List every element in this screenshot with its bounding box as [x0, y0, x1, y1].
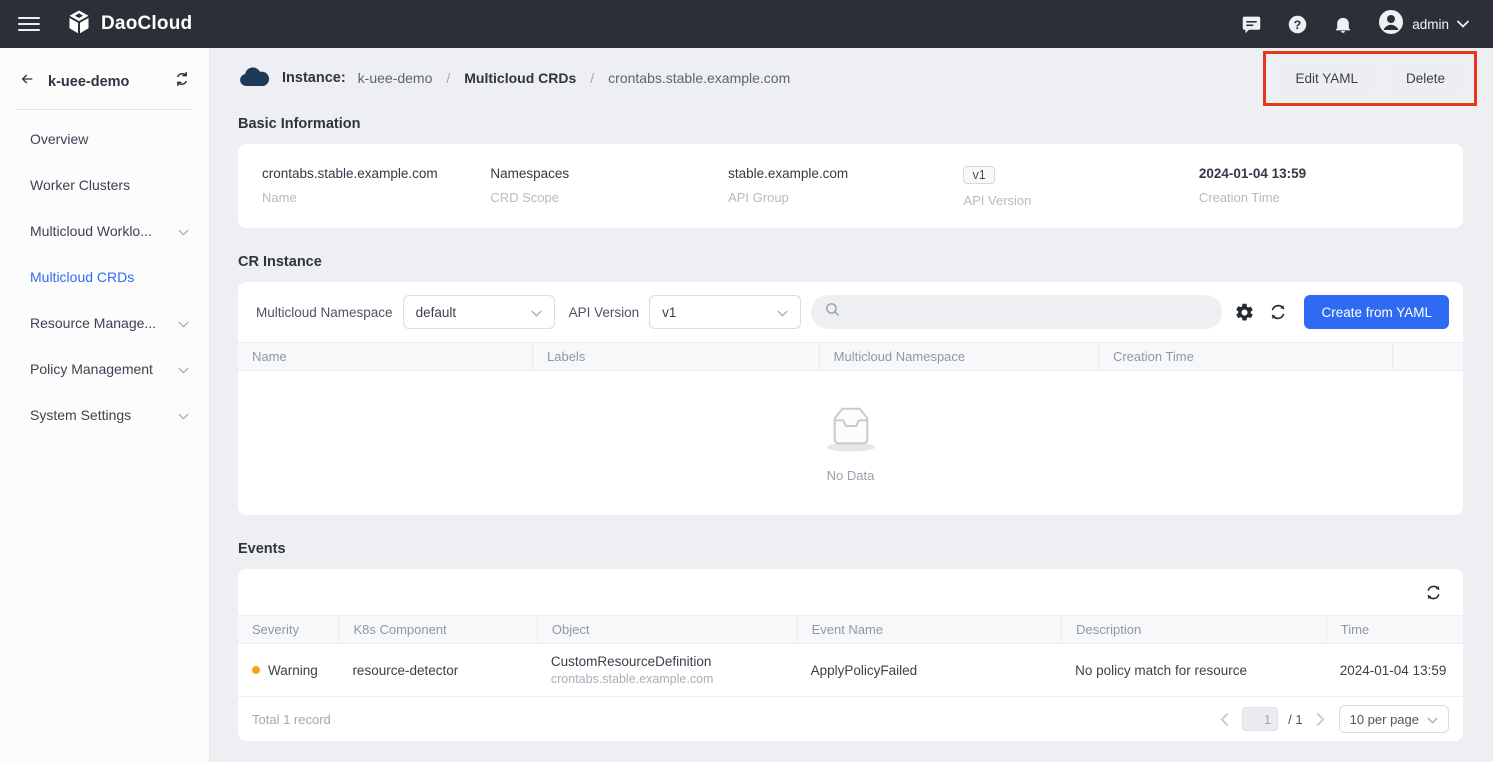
avatar [1378, 9, 1404, 40]
top-header: DaoCloud ? admin [0, 0, 1493, 48]
breadcrumb: Instance: k-uee-demo / Multicloud CRDs /… [238, 65, 790, 92]
events-col-event-name: Event Name [797, 616, 1062, 643]
api-version-badge: v1 [963, 166, 994, 184]
info-field-api-version: v1 API Version [963, 166, 1198, 208]
svg-text:?: ? [1293, 17, 1300, 31]
events-title: Events [238, 541, 1463, 557]
namespace-select[interactable]: default [403, 295, 555, 329]
chevron-down-icon [1457, 15, 1469, 33]
chevron-down-icon [178, 407, 189, 423]
events-card: Severity K8s Component Object Event Name… [238, 569, 1463, 741]
chevron-down-icon [178, 315, 189, 331]
sidebar-item-policy-management[interactable]: Policy Management [0, 346, 209, 392]
hamburger-menu-icon[interactable] [18, 17, 40, 31]
daocloud-logo-icon [66, 9, 92, 40]
events-refresh-icon[interactable] [1421, 580, 1445, 604]
cr-instance-card: Multicloud Namespace default API Version… [238, 282, 1463, 515]
cr-col-namespace: Multicloud Namespace [819, 343, 1098, 370]
events-col-time: Time [1326, 616, 1463, 643]
info-field-creation-time: 2024-01-04 13:59 Creation Time [1199, 166, 1439, 208]
events-table-header: Severity K8s Component Object Event Name… [238, 615, 1463, 644]
cr-instance-title: CR Instance [238, 254, 1463, 270]
page-total: / 1 [1288, 712, 1302, 727]
main-content: Instance: k-uee-demo / Multicloud CRDs /… [210, 48, 1493, 762]
chevron-down-icon [178, 361, 189, 377]
breadcrumb-instance[interactable]: k-uee-demo [358, 70, 433, 86]
chevron-down-icon [1427, 712, 1438, 727]
brand-logo[interactable]: DaoCloud [66, 9, 192, 40]
chevron-down-icon [777, 305, 788, 320]
total-records: Total 1 record [252, 712, 331, 727]
sidebar-item-overview[interactable]: Overview [0, 116, 209, 162]
info-field-api-group: stable.example.com API Group [728, 166, 963, 208]
events-table-row: Warning resource-detector CustomResource… [238, 644, 1463, 697]
api-version-filter-label: API Version [569, 305, 640, 320]
cr-col-actions [1392, 343, 1463, 370]
prev-page-icon[interactable] [1216, 711, 1232, 727]
search-icon [824, 301, 841, 323]
per-page-select[interactable]: 10 per page [1339, 705, 1449, 733]
user-name: admin [1412, 17, 1449, 32]
empty-inbox-icon [820, 403, 882, 458]
warning-dot-icon [252, 666, 260, 674]
user-menu[interactable]: admin [1378, 9, 1469, 40]
sidebar: k-uee-demo Overview Worker Clusters Mult… [0, 48, 210, 762]
basic-information-card: crontabs.stable.example.com Name Namespa… [238, 144, 1463, 228]
switch-instance-icon[interactable] [173, 70, 191, 93]
brand-name: DaoCloud [101, 13, 192, 35]
edit-yaml-button[interactable]: Edit YAML [1277, 62, 1376, 95]
chevron-down-icon [531, 305, 542, 320]
info-field-crd-scope: Namespaces CRD Scope [490, 166, 728, 208]
breadcrumb-multicloud-crds[interactable]: Multicloud CRDs [464, 70, 576, 86]
events-footer: Total 1 record 1 / 1 10 per page [238, 697, 1463, 741]
info-field-name: crontabs.stable.example.com Name [262, 166, 490, 208]
sidebar-item-multicloud-workloads[interactable]: Multicloud Worklo... [0, 208, 209, 254]
namespace-filter-label: Multicloud Namespace [256, 305, 393, 320]
chevron-down-icon [178, 223, 189, 239]
cr-table-header: Name Labels Multicloud Namespace Creatio… [238, 342, 1463, 371]
object-name: crontabs.stable.example.com [551, 672, 714, 686]
pagination: 1 / 1 10 per page [1216, 705, 1449, 733]
api-version-select[interactable]: v1 [649, 295, 801, 329]
object-kind: CustomResourceDefinition [551, 654, 712, 669]
sidebar-item-multicloud-crds[interactable]: Multicloud CRDs [0, 254, 209, 300]
events-col-object: Object [537, 616, 797, 643]
empty-state-text: No Data [827, 468, 875, 483]
messages-icon[interactable] [1240, 13, 1262, 35]
instance-name: k-uee-demo [48, 74, 129, 90]
sidebar-item-worker-clusters[interactable]: Worker Clusters [0, 162, 209, 208]
help-icon[interactable]: ? [1286, 13, 1308, 35]
create-from-yaml-button[interactable]: Create from YAML [1304, 295, 1449, 329]
search-input[interactable] [811, 295, 1222, 329]
events-col-description: Description [1061, 616, 1326, 643]
events-col-k8s-component: K8s Component [338, 616, 536, 643]
refresh-icon[interactable] [1266, 300, 1290, 324]
breadcrumb-prefix: Instance: [282, 70, 346, 86]
highlight-annotation-box: Edit YAML Delete [1263, 51, 1477, 106]
back-arrow-icon[interactable] [18, 71, 36, 92]
settings-gear-icon[interactable] [1232, 300, 1256, 324]
breadcrumb-crd-name: crontabs.stable.example.com [608, 70, 790, 86]
cr-empty-state: No Data [238, 371, 1463, 515]
page-number-input[interactable]: 1 [1242, 707, 1278, 731]
cr-col-labels: Labels [532, 343, 819, 370]
cr-col-creation-time: Creation Time [1098, 343, 1392, 370]
sidebar-item-system-settings[interactable]: System Settings [0, 392, 209, 438]
notifications-bell-icon[interactable] [1332, 13, 1354, 35]
sidebar-item-resource-management[interactable]: Resource Manage... [0, 300, 209, 346]
cloud-icon [238, 65, 270, 92]
events-col-severity: Severity [238, 616, 338, 643]
delete-button[interactable]: Delete [1388, 62, 1463, 95]
next-page-icon[interactable] [1313, 711, 1329, 727]
basic-information-title: Basic Information [238, 116, 1463, 132]
cr-col-name: Name [238, 343, 532, 370]
